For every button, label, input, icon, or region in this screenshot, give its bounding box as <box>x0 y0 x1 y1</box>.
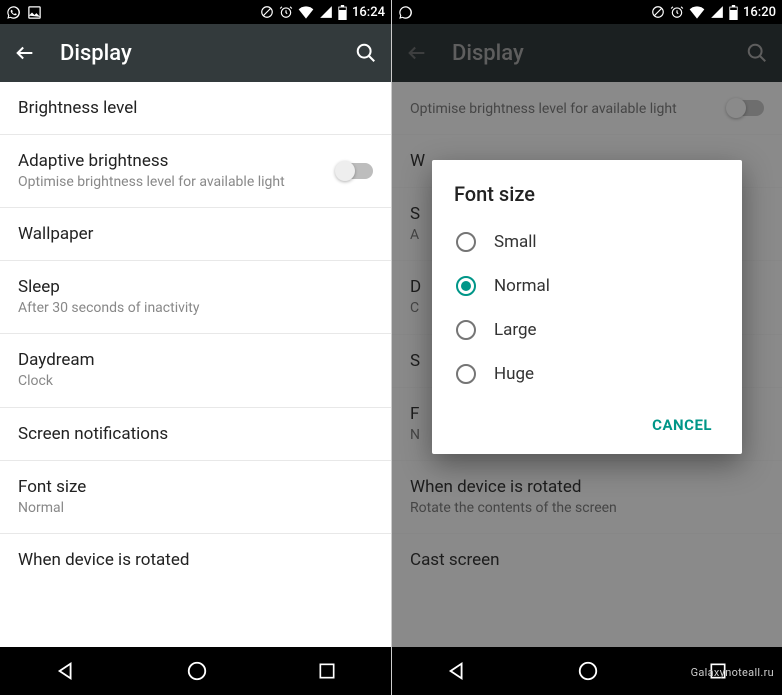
row-adaptive-brightness[interactable]: Adaptive brightness Optimise brightness … <box>0 135 391 208</box>
row-sublabel: Optimise brightness level for available … <box>18 173 325 191</box>
row-label: Adaptive brightness <box>18 151 325 171</box>
clock-time: 16:24 <box>352 5 385 20</box>
row-label: Screen notifications <box>18 424 373 444</box>
toolbar: Display <box>392 24 782 82</box>
row-label: When device is rotated <box>18 550 373 570</box>
row-when-rotated[interactable]: When device is rotated <box>0 534 391 586</box>
row-sublabel: After 30 seconds of inactivity <box>18 299 373 317</box>
radio-icon <box>456 364 476 384</box>
adaptive-brightness-switch <box>728 100 764 116</box>
row-adaptive-brightness: Optimise brightness level for available … <box>392 82 782 135</box>
row-sublabel: Clock <box>18 372 373 390</box>
whatsapp-icon <box>6 5 21 20</box>
option-label: Normal <box>494 276 550 296</box>
row-wallpaper[interactable]: Wallpaper <box>0 208 391 261</box>
status-bar: 16:24 <box>0 0 391 24</box>
option-label: Large <box>494 320 537 340</box>
status-bar: 16:20 <box>392 0 782 24</box>
row-daydream[interactable]: Daydream Clock <box>0 334 391 407</box>
nav-recent-icon[interactable] <box>317 661 337 681</box>
no-sim-icon <box>260 5 274 19</box>
row-cast-screen: Cast screen <box>392 534 782 586</box>
font-size-dialog: Font size Small Normal Large Huge CANCEL <box>432 160 742 454</box>
nav-bar <box>0 647 391 695</box>
watermark: Galaxynoteall.ru <box>691 666 774 679</box>
toolbar: Display <box>0 24 391 82</box>
phone-left: 16:24 Display Brightness level Adaptive … <box>0 0 391 695</box>
signal-icon <box>319 5 333 19</box>
phone-right: 16:20 Display Optimise brightness level … <box>391 0 782 695</box>
settings-list: Brightness level Adaptive brightness Opt… <box>0 82 391 647</box>
row-sleep[interactable]: Sleep After 30 seconds of inactivity <box>0 261 391 334</box>
row-screen-notifications[interactable]: Screen notifications <box>0 408 391 461</box>
row-brightness-level[interactable]: Brightness level <box>0 82 391 135</box>
cancel-button[interactable]: CANCEL <box>644 406 720 444</box>
nav-back-icon[interactable] <box>446 660 468 682</box>
search-icon[interactable] <box>746 42 768 64</box>
row-sublabel: Rotate the contents of the screen <box>410 499 764 517</box>
whatsapp-icon <box>398 5 413 20</box>
battery-icon <box>729 5 738 20</box>
row-label: When device is rotated <box>410 477 764 497</box>
back-icon[interactable] <box>406 42 428 64</box>
option-normal[interactable]: Normal <box>454 264 720 308</box>
option-small[interactable]: Small <box>454 220 720 264</box>
alarm-icon <box>670 5 684 19</box>
row-when-rotated: When device is rotated Rotate the content… <box>392 461 782 534</box>
row-font-size[interactable]: Font size Normal <box>0 461 391 534</box>
option-large[interactable]: Large <box>454 308 720 352</box>
nav-back-icon[interactable] <box>55 660 77 682</box>
option-label: Small <box>494 232 537 252</box>
option-huge[interactable]: Huge <box>454 352 720 396</box>
row-label: Wallpaper <box>18 224 373 244</box>
radio-icon <box>456 320 476 340</box>
page-title: Display <box>60 41 331 66</box>
search-icon[interactable] <box>355 42 377 64</box>
row-label: Daydream <box>18 350 373 370</box>
picture-icon <box>27 5 42 20</box>
page-title: Display <box>452 41 722 66</box>
row-sublabel: Optimise brightness level for available … <box>410 100 716 118</box>
nav-home-icon[interactable] <box>186 660 208 682</box>
battery-icon <box>338 5 347 20</box>
signal-icon <box>710 5 724 19</box>
adaptive-brightness-switch[interactable] <box>337 163 373 179</box>
no-sim-icon <box>651 5 665 19</box>
row-label: Brightness level <box>18 98 373 118</box>
row-label: Font size <box>18 477 373 497</box>
wifi-icon <box>298 5 314 19</box>
radio-icon <box>456 276 476 296</box>
option-label: Huge <box>494 364 534 384</box>
nav-home-icon[interactable] <box>577 660 599 682</box>
clock-time: 16:20 <box>743 5 776 20</box>
row-label: Cast screen <box>410 550 764 570</box>
alarm-icon <box>279 5 293 19</box>
back-icon[interactable] <box>14 42 36 64</box>
row-sublabel: Normal <box>18 499 373 517</box>
dialog-title: Font size <box>454 182 720 206</box>
row-label: Sleep <box>18 277 373 297</box>
wifi-icon <box>689 5 705 19</box>
radio-icon <box>456 232 476 252</box>
